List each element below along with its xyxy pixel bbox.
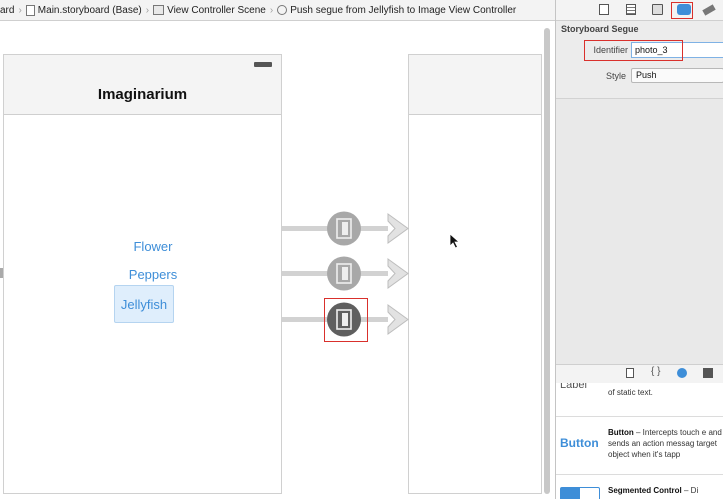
chevron-right-icon: ›: [145, 4, 150, 16]
library-item-desc: of static text.: [608, 388, 653, 397]
breadcrumb-item-project[interactable]: ard: [0, 5, 14, 16]
chevron-right-icon: ›: [18, 4, 22, 16]
navigation-bar[interactable]: Imaginarium: [4, 55, 281, 115]
segue-icon: [277, 5, 288, 15]
breadcrumb: ard › Main.storyboard (Base) › View Cont…: [0, 0, 555, 21]
object-library-list[interactable]: Label of static text. Button Button – In…: [556, 383, 723, 499]
battery-icon: [254, 62, 272, 67]
library-item-button[interactable]: Button Button – Intercepts touch e and s…: [556, 417, 723, 475]
library-item-desc: Segmented Control – Di: [608, 485, 723, 496]
library-item-desc: Button – Intercepts touch e and sends an…: [608, 427, 723, 460]
breadcrumb-label: Main.storyboard (Base): [37, 4, 142, 16]
segue-peppers[interactable]: [282, 256, 409, 291]
identifier-highlight: [584, 40, 683, 61]
library-item-name: Segmented Control: [608, 486, 682, 495]
storyboard-file-icon: [25, 4, 35, 16]
selected-segue-highlight: [324, 298, 368, 342]
canvas-scrollbar[interactable]: [544, 28, 550, 494]
library-item-text: – Di: [681, 486, 699, 495]
breadcrumb-item-segue[interactable]: Push segue from Jellyfish to Image View …: [277, 5, 516, 16]
segmented-control-icon: [560, 487, 600, 499]
navigation-bar[interactable]: [409, 55, 541, 115]
style-label: Style: [605, 71, 626, 81]
section-title: Storyboard Segue: [561, 24, 639, 34]
label-icon: Label: [560, 383, 587, 391]
breadcrumb-item-scene[interactable]: View Controller Scene: [153, 5, 266, 16]
segue-flower[interactable]: [282, 211, 409, 246]
image-view-controller-scene[interactable]: [408, 54, 542, 494]
inspector-tab-bar: [556, 0, 723, 21]
view-controller-scene[interactable]: Imaginarium Flower Peppers Jellyfish: [3, 54, 282, 494]
code-snippet-library-icon[interactable]: { }: [651, 366, 660, 377]
flower-button[interactable]: Flower: [114, 239, 192, 254]
file-inspector-icon[interactable]: [599, 4, 609, 15]
nav-title: Imaginarium: [97, 86, 188, 103]
object-library-icon[interactable]: [677, 368, 687, 378]
library-item-segmented-control[interactable]: Segmented Control – Di: [556, 475, 723, 499]
library-item-name: Button: [608, 428, 634, 437]
jellyfish-button[interactable]: Jellyfish: [114, 285, 174, 323]
button-icon: Button: [560, 436, 599, 450]
scene-icon: [153, 5, 165, 15]
library-tab-bar: { }: [556, 364, 723, 384]
size-inspector-icon[interactable]: [702, 4, 716, 16]
media-library-icon[interactable]: [703, 368, 713, 378]
file-template-library-icon[interactable]: [626, 368, 634, 378]
breadcrumb-label: View Controller Scene: [167, 4, 266, 16]
inspector-empty-area: [556, 98, 723, 365]
library-item-label[interactable]: Label of static text.: [556, 383, 723, 417]
identity-inspector-icon[interactable]: [652, 4, 663, 15]
chevron-right-icon: ›: [269, 4, 274, 16]
breadcrumb-label: ard: [0, 4, 15, 16]
utilities-pane: Storyboard Segue Identifier photo_3 Styl…: [555, 0, 723, 499]
breadcrumb-label: Push segue from Jellyfish to Image View …: [290, 4, 517, 16]
breadcrumb-item-storyboard[interactable]: Main.storyboard (Base): [25, 4, 142, 16]
mouse-cursor-icon: [449, 233, 461, 249]
attributes-tab-highlight: [671, 2, 693, 19]
quick-help-icon[interactable]: [626, 4, 636, 15]
peppers-button[interactable]: Peppers: [114, 267, 192, 282]
style-select[interactable]: Push: [631, 68, 723, 83]
